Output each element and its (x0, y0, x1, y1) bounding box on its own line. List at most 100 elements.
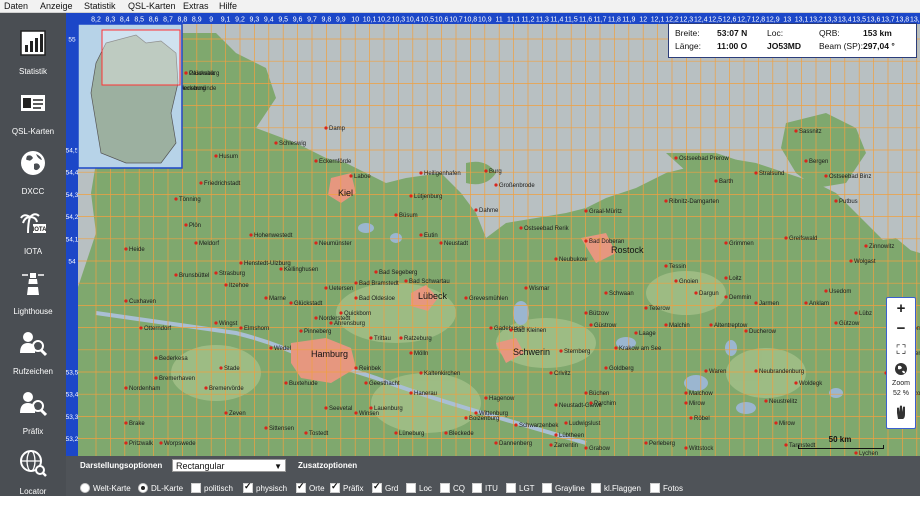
zoom-in-button[interactable]: + (887, 300, 915, 317)
latitude-tick-label: 54,1 (66, 236, 79, 243)
city-label: Geesthacht (369, 381, 400, 387)
city-label: Crivitz (554, 371, 571, 377)
city-label: Ostseebad Rerik (524, 226, 570, 232)
city-label: Sittensen (269, 426, 294, 432)
menu-statistik[interactable]: Statistik (84, 0, 116, 12)
checkbox-kl-flaggen[interactable]: kl.Flaggen (591, 482, 641, 494)
menu-extras[interactable]: Extras (183, 0, 209, 12)
pan-hand-icon[interactable] (895, 404, 907, 420)
checkbox-politisch[interactable]: politisch (191, 482, 233, 494)
city-label: Damp (329, 126, 346, 132)
city-marker (559, 349, 563, 353)
loc-value: JO53MD (767, 41, 802, 51)
laenge-value: 11:00 O (717, 41, 748, 51)
city-label: Bederkesa (159, 356, 188, 362)
city-label: Lübtheen (559, 433, 584, 439)
checkbox-label: LGT (519, 483, 535, 493)
menu-daten[interactable]: Daten (4, 0, 28, 12)
menu-anzeige[interactable]: Anzeige (40, 0, 73, 12)
checkbox-physisch[interactable]: physisch (243, 481, 287, 494)
city-label: Krakow am See (619, 346, 662, 352)
longitude-tick-label: 10,7 (449, 17, 463, 24)
city-label: Waren (709, 369, 726, 375)
sidebar-item-rufzeichen[interactable]: Rufzeichen (0, 323, 66, 385)
checkbox-cq[interactable]: CQ (440, 482, 465, 494)
city-label: Stade (224, 366, 240, 372)
radio-dl-karte[interactable]: DL-Karte (138, 482, 183, 494)
city-label: Trittau (374, 336, 391, 342)
menu-qsl-karten[interactable]: QSL-Karten (128, 0, 176, 12)
city-label: Tessin (669, 264, 686, 270)
sidebar-item-iota[interactable]: IOTA IOTA (0, 203, 66, 265)
sidebar-item-label: IOTA (23, 247, 43, 256)
city-marker (724, 295, 728, 299)
city-label: Dargun (699, 291, 719, 297)
city-label: Graal-Müritz (589, 209, 622, 215)
city-marker (764, 399, 768, 403)
latitude-tick-label: 53,2 (66, 436, 79, 443)
longitude-tick-label: 10,2 (377, 17, 391, 24)
longitude-tick-label: 12,1 (651, 17, 665, 24)
latitude-tick-label: 54,5 (66, 148, 79, 155)
checkbox-grayline[interactable]: Grayline (542, 482, 585, 494)
city-marker (339, 311, 343, 315)
city-label: Röbel (694, 416, 710, 422)
city-label: Malchow (689, 391, 713, 397)
city-marker (804, 159, 808, 163)
city-marker (239, 261, 243, 265)
city-label: Kellinghusen (284, 267, 318, 273)
city-label: Neubukow (559, 257, 588, 263)
checkbox-grd[interactable]: Grd (372, 481, 398, 494)
checkbox-label: kl.Flaggen (604, 483, 641, 493)
checkbox-fotos[interactable]: Fotos (650, 482, 683, 494)
city-marker (554, 403, 558, 407)
city-label: Pasewalk (189, 71, 216, 77)
city-marker (419, 371, 423, 375)
checkbox-label: Grayline (555, 483, 585, 493)
map-canvas[interactable]: GlücksburgFlensburgNiebüllBredstedtDampS… (66, 13, 920, 456)
sidebar-item-statistik[interactable]: Statistik (0, 23, 66, 85)
checkbox-praefix[interactable]: Präfix (330, 481, 363, 494)
city-marker (494, 183, 498, 187)
sidebar-item-label: Lighthouse (13, 307, 53, 316)
map-view[interactable]: GlücksburgFlensburgNiebüllBredstedtDampS… (66, 13, 920, 456)
city-marker (264, 426, 268, 430)
city-label: Ostseebad Prerow (679, 156, 729, 162)
overview-inset-map[interactable] (77, 23, 183, 169)
checkbox-loc[interactable]: Loc (406, 482, 432, 494)
city-label: Hagenow (489, 396, 515, 402)
city-label: Heiligenhafen (424, 171, 461, 177)
projection-select[interactable]: Rectangular ▼ (172, 459, 286, 472)
city-marker (519, 226, 523, 230)
checkbox-orte[interactable]: Orte (296, 481, 325, 494)
menu-hilfe[interactable]: Hilfe (219, 0, 237, 12)
city-label: Ribnitz-Damgarten (669, 199, 719, 205)
city-marker (444, 431, 448, 435)
zoom-out-button[interactable]: − (887, 320, 915, 337)
longitude-tick-label: 10,4 (406, 17, 420, 24)
longitude-tick-label: 9,7 (307, 17, 317, 24)
checkbox-box (406, 483, 416, 493)
sidebar-item-qsl-karten[interactable]: QSL-Karten (0, 83, 66, 145)
latitude-tick-label: 53,3 (66, 414, 79, 421)
city-marker (249, 233, 253, 237)
city-marker (604, 291, 608, 295)
city-marker (854, 311, 858, 315)
sidebar-item-label: DXCC (21, 187, 45, 196)
city-label: Winsen (359, 411, 379, 417)
city-marker (404, 279, 408, 283)
fullscreen-icon[interactable]: ⛶ (887, 342, 915, 358)
city-label: Jarmen (759, 301, 779, 307)
city-label: Nordenham (129, 386, 160, 392)
longitude-tick-label: 12 (639, 17, 647, 24)
globe-icon[interactable] (894, 362, 908, 376)
city-label: Seevetal (329, 406, 352, 412)
city-marker (239, 326, 243, 330)
radio-welt-karte[interactable]: Welt-Karte (80, 482, 131, 494)
sidebar-item-lighthouse[interactable]: Lighthouse (0, 263, 66, 325)
checkbox-lgt[interactable]: LGT (506, 482, 535, 494)
checkbox-itu[interactable]: ITU (472, 482, 498, 494)
city-label: Grimmen (729, 241, 754, 247)
sidebar-item-praefix[interactable]: Präfix (0, 383, 66, 445)
sidebar-item-dxcc[interactable]: DXCC (0, 143, 66, 205)
